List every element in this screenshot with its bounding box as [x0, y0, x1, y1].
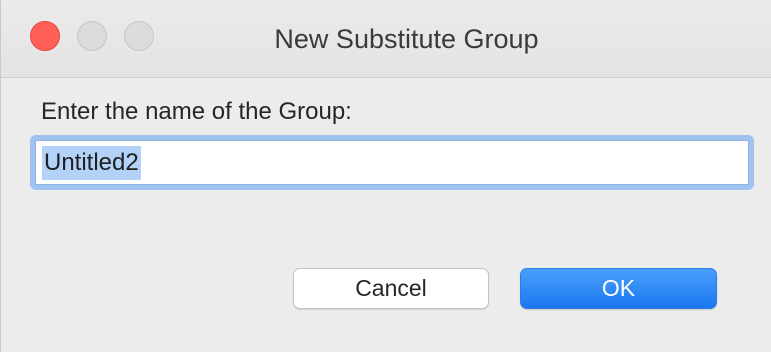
cancel-button[interactable]: Cancel — [293, 268, 489, 309]
dialog-window: New Substitute Group Enter the name of t… — [0, 0, 771, 352]
ok-button[interactable]: OK — [520, 268, 717, 309]
window-title: New Substitute Group — [274, 24, 539, 54]
group-name-label: Enter the name of the Group: — [41, 98, 352, 125]
group-name-input-value[interactable]: Untitled2 — [42, 146, 141, 180]
group-name-input[interactable] — [35, 140, 749, 185]
title-bar[interactable]: New Substitute Group — [1, 0, 771, 78]
